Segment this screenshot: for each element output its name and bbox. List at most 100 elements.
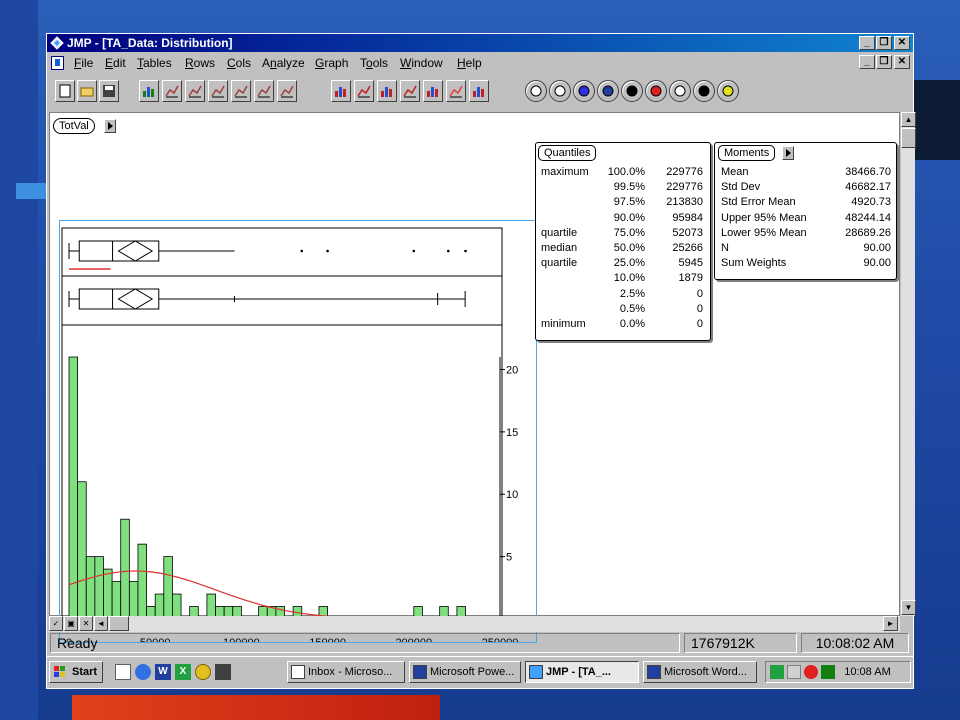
select-icon[interactable]: ▣ (64, 616, 78, 631)
moment-row: Std Error Mean 4920.73 (719, 195, 893, 210)
pie-icon[interactable] (446, 80, 466, 102)
histogram-bar (94, 556, 104, 620)
internet-explorer-icon[interactable] (135, 664, 151, 680)
hscroll-thumb[interactable] (109, 616, 129, 631)
start-button[interactable]: Start (49, 661, 103, 683)
crosshair-tool-icon[interactable] (621, 80, 643, 102)
quantiles-title[interactable]: Quantiles (538, 145, 597, 161)
chart-icon[interactable] (423, 80, 443, 102)
menu-item[interactable]: Cols (227, 56, 251, 70)
quantile-value: 1879 (678, 272, 703, 285)
quantile-percent: 97.5% (613, 196, 645, 209)
scroll-thumb[interactable] (901, 128, 916, 148)
fit-y-by-x-icon[interactable] (162, 80, 182, 102)
title-bar[interactable]: JMP - [TA_Data: Distribution] _ ❐ ✕ (47, 34, 913, 52)
quantile-row: 99.5% 229776 (539, 180, 705, 195)
doc-restore-button[interactable]: ❐ (876, 55, 892, 69)
network-icon[interactable] (770, 665, 784, 680)
save-disk-icon[interactable] (99, 80, 119, 102)
survival-icon[interactable] (254, 80, 274, 102)
close-button[interactable]: ✕ (894, 36, 910, 50)
moment-label: Mean (721, 166, 749, 178)
quantile-value: 5945 (678, 257, 703, 270)
brush-tool-icon[interactable] (597, 80, 619, 102)
menu-text: A (262, 56, 271, 70)
minimize-button[interactable]: _ (859, 36, 875, 50)
spinning-plot-icon[interactable] (377, 80, 397, 102)
distribution-chart: 0500001000001500002000002500005101520 (61, 227, 518, 649)
start-label: Start (72, 666, 98, 678)
menu-item[interactable]: Help (457, 56, 482, 70)
taskbar-task[interactable]: JMP - [TA_... (525, 661, 639, 683)
quality-icon[interactable] (277, 80, 297, 102)
quantile-row: median 50.0% 25266 (539, 241, 705, 256)
cross-icon[interactable]: ✕ (79, 616, 93, 631)
ternary-icon[interactable] (469, 80, 489, 102)
overlay-plot-icon[interactable] (354, 80, 374, 102)
arrow-tool-icon[interactable] (525, 80, 547, 102)
open-folder-icon[interactable] (77, 80, 97, 102)
background-block (912, 80, 960, 160)
histogram-bar (111, 581, 122, 620)
menu-item[interactable]: Tools (360, 56, 388, 70)
maximize-button[interactable]: ❐ (876, 36, 892, 50)
contour-icon[interactable] (400, 80, 420, 102)
monitor-icon[interactable] (821, 665, 836, 680)
menu-accelerator: G (315, 56, 325, 70)
moment-label: N (721, 242, 729, 255)
document-icon[interactable] (51, 56, 64, 70)
excel-icon[interactable]: X (175, 664, 191, 680)
variable-outline-title[interactable]: TotVal (53, 118, 95, 134)
fit-model-icon[interactable] (185, 80, 205, 102)
taskbar-task[interactable]: Inbox - Microso... (287, 661, 405, 683)
desktop-icon[interactable] (115, 664, 131, 680)
volume-icon[interactable] (787, 665, 802, 680)
zoom-tool-icon[interactable] (693, 80, 715, 102)
variable-menu-button[interactable] (104, 119, 116, 133)
scroll-left-icon[interactable]: ◄ (94, 616, 108, 631)
scroll-up-icon[interactable]: ▲ (901, 112, 916, 127)
distribution-icon[interactable] (139, 80, 159, 102)
moment-row: Mean 38466.70 (719, 165, 893, 180)
bar-chart-icon[interactable] (331, 80, 351, 102)
toolbar (47, 76, 913, 108)
menu-item[interactable]: Analyze (262, 56, 305, 70)
moment-label: Std Error Mean (721, 196, 796, 209)
scroll-down-icon[interactable]: ▼ (901, 600, 916, 615)
moments-menu-button[interactable] (782, 146, 794, 160)
doc-close-button[interactable]: ✕ (894, 55, 910, 69)
menu-item[interactable]: Window (400, 56, 443, 70)
taskbar-task[interactable]: Microsoft Powe... (409, 661, 521, 683)
task-label: JMP - [TA_... (546, 666, 611, 678)
quantile-value: 52073 (672, 226, 703, 239)
menu-item[interactable]: Rows (185, 56, 215, 70)
moments-title[interactable]: Moments (718, 145, 776, 161)
menu-item[interactable]: File (74, 56, 93, 70)
lasso-tool-icon[interactable] (645, 80, 667, 102)
word-icon[interactable]: W (155, 664, 171, 680)
doc-minimize-button[interactable]: _ (859, 55, 875, 69)
magnifier-tool-icon[interactable] (669, 80, 691, 102)
horizontal-scrollbar[interactable]: ✓ ▣ ✕ ◄ ► (49, 616, 900, 632)
menu-accelerator: E (105, 56, 114, 70)
vertical-scrollbar[interactable]: ▲ ▼ (900, 112, 916, 616)
taskbar-task[interactable]: Microsoft Word... (643, 661, 757, 683)
antivirus-icon[interactable] (804, 665, 819, 680)
scroll-right-icon[interactable]: ► (883, 616, 898, 631)
nonlinear-icon[interactable] (208, 80, 228, 102)
hand-tool-icon[interactable] (549, 80, 571, 102)
annotate-tool-icon[interactable] (717, 80, 739, 102)
menu-item[interactable]: Graph (315, 56, 348, 70)
help-tool-icon[interactable] (573, 80, 595, 102)
quantile-label: quartile (541, 226, 578, 239)
system-tray: 10:08 AM (765, 661, 911, 683)
menu-item[interactable]: Tables (137, 56, 172, 70)
multivariate-icon[interactable] (231, 80, 251, 102)
search-icon[interactable] (195, 664, 211, 680)
app-icon[interactable] (215, 664, 231, 680)
menu-item[interactable]: Edit (105, 56, 126, 70)
quantile-label: quartile (541, 257, 578, 270)
quantile-percent: 10.0% (613, 272, 645, 285)
new-file-icon[interactable] (55, 80, 75, 102)
check-icon[interactable]: ✓ (49, 616, 63, 631)
